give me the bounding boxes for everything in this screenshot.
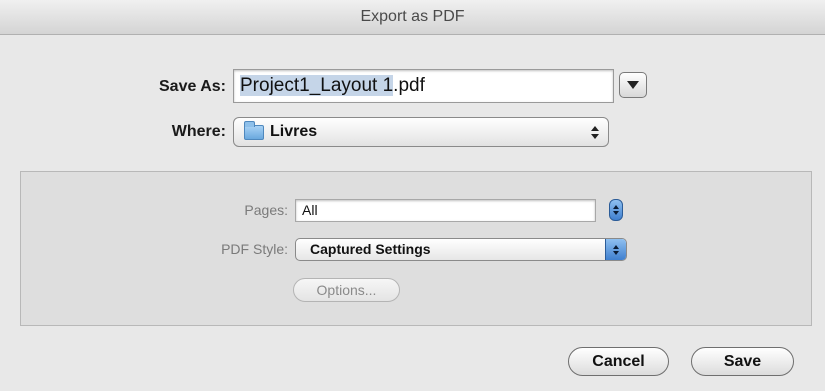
expand-browser-button[interactable] [619, 72, 647, 98]
pdf-style-popup[interactable]: Captured Settings [295, 238, 627, 261]
chevron-down-icon [627, 81, 639, 89]
filename-extension: .pdf [393, 75, 425, 96]
window-title: Export as PDF [0, 0, 825, 35]
popup-arrows-icon [590, 122, 600, 142]
where-label: Where: [171, 123, 226, 140]
pdf-style-label: PDF Style: [221, 241, 288, 257]
where-folder-name: Livres [270, 123, 318, 140]
filename-selection: Project1_Layout 1 [240, 75, 394, 96]
cancel-button[interactable]: Cancel [568, 347, 669, 376]
save-button[interactable]: Save [691, 347, 794, 376]
options-button[interactable]: Options... [293, 278, 400, 302]
popup-arrows-icon [605, 239, 626, 260]
folder-icon [244, 120, 264, 140]
save-as-label: Save As: [159, 78, 226, 95]
pdf-style-value: Captured Settings [310, 241, 431, 257]
export-pdf-dialog: Export as PDF Save As: Project1_Layout 1… [0, 0, 825, 391]
where-location-popup[interactable]: Livres [233, 117, 609, 147]
arrow-up-icon [613, 205, 619, 209]
pages-label: Pages: [244, 202, 288, 218]
save-as-input[interactable]: Project1_Layout 1.pdf [233, 69, 614, 103]
arrow-down-icon [613, 211, 619, 215]
pages-input[interactable]: All [295, 199, 596, 222]
pages-stepper[interactable] [609, 199, 623, 221]
